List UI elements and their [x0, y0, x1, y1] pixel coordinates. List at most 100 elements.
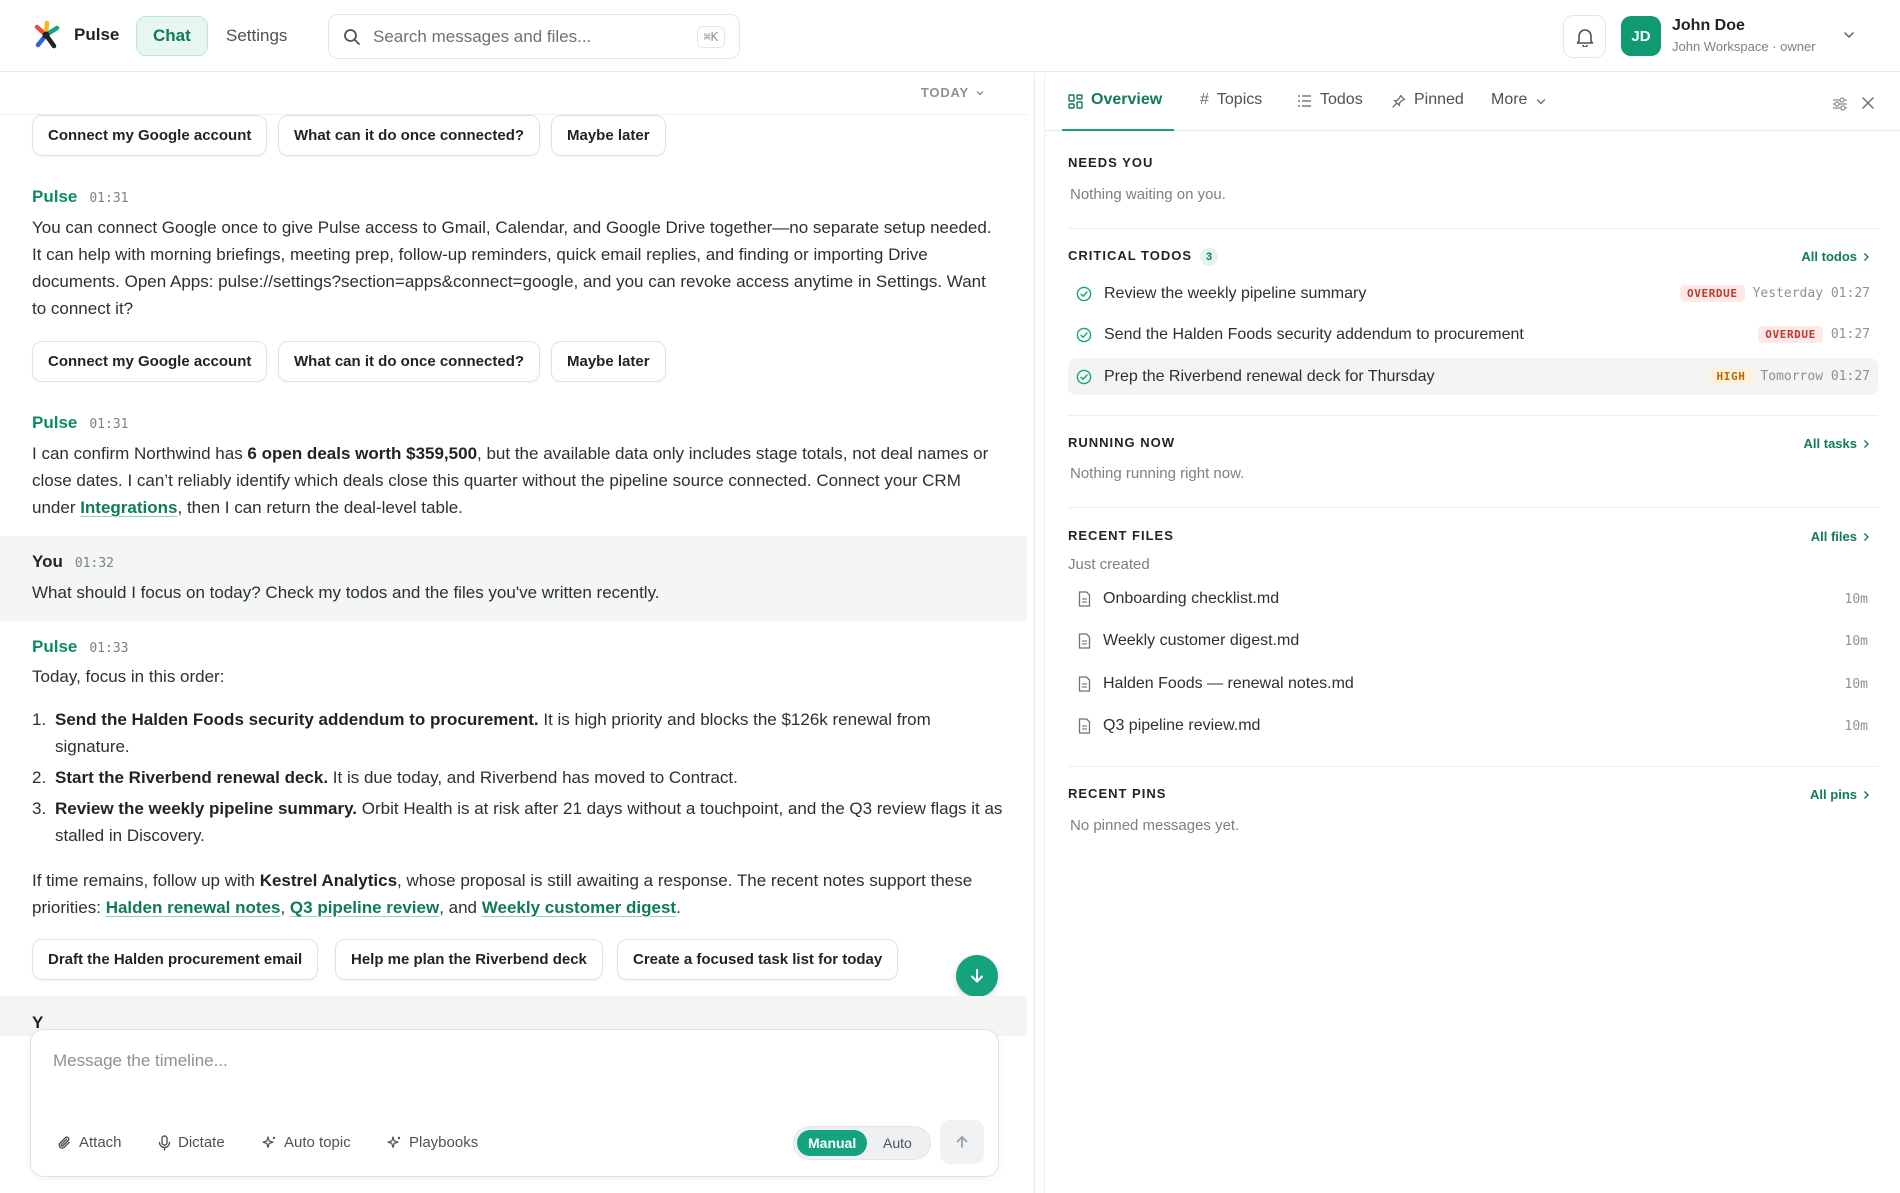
nav-tab-settings[interactable]: Settings — [210, 16, 303, 56]
search-bar[interactable]: Search messages and files... ⌘K — [328, 14, 740, 59]
user-workspace: John Workspace · owner — [1672, 39, 1816, 54]
file-link[interactable]: Halden renewal notes — [106, 898, 281, 917]
message-composer[interactable]: Message the timeline... Attach Dictate A… — [30, 1029, 999, 1177]
notifications-button[interactable] — [1563, 15, 1606, 58]
integrations-link[interactable]: Integrations — [80, 498, 177, 517]
suggestion-chip[interactable]: Maybe later — [551, 341, 666, 382]
bell-icon — [1576, 28, 1593, 47]
message-sender: You — [32, 552, 63, 571]
all-tasks-link[interactable]: All tasks — [1804, 436, 1870, 451]
date-filter[interactable]: TODAY — [921, 85, 985, 100]
todo-count-badge: 3 — [1200, 248, 1219, 266]
message-sender: Pulse — [32, 187, 78, 206]
tab-overview[interactable]: Overview — [1062, 89, 1175, 131]
text-segment: If time remains, follow up with — [32, 871, 260, 890]
sliders-icon[interactable] — [1832, 96, 1848, 112]
attach-label: Attach — [79, 1134, 122, 1151]
message-input[interactable]: Message the timeline... — [53, 1051, 228, 1071]
message-intro: Today, focus in this order: — [32, 667, 225, 686]
bold-text: Kestrel Analytics — [259, 871, 398, 890]
suggestion-chip[interactable]: Maybe later — [551, 115, 666, 156]
suggestion-chip[interactable]: Create a focused task list for today — [617, 939, 899, 980]
recent-files-subtitle: Just created — [1068, 556, 1150, 573]
todo-due: 01:27 — [1830, 327, 1870, 342]
check-circle-icon[interactable] — [1076, 327, 1092, 343]
file-item[interactable]: Q3 pipeline review.md 10m — [1068, 709, 1878, 743]
file-age: 10m — [1844, 676, 1868, 692]
chevron-down-icon[interactable] — [1842, 28, 1856, 42]
brand-name: Pulse — [74, 25, 120, 44]
date-label: TODAY — [920, 85, 969, 100]
file-item[interactable]: Halden Foods — renewal notes.md 10m — [1068, 667, 1878, 701]
attach-button[interactable]: Attach — [57, 1134, 122, 1151]
auto-topic-button[interactable]: Auto topic — [262, 1134, 351, 1151]
todo-due: Tomorrow 01:27 — [1760, 369, 1870, 384]
send-button[interactable] — [940, 1120, 984, 1164]
mode-toggle[interactable]: Manual Auto — [793, 1126, 931, 1160]
section-divider — [1068, 507, 1878, 508]
close-icon[interactable] — [1861, 96, 1875, 110]
all-todos-link[interactable]: All todos — [1801, 249, 1870, 264]
file-link[interactable]: Weekly customer digest — [482, 898, 676, 917]
search-shortcut-badge: ⌘K — [696, 25, 725, 48]
arrow-down-icon — [971, 969, 983, 983]
sparkles-icon — [387, 1136, 401, 1148]
check-circle-icon[interactable] — [1076, 369, 1092, 385]
status-badge: HIGH — [1709, 368, 1753, 385]
message-header: Pulse 01:31 — [32, 413, 129, 433]
suggestion-chip[interactable]: Connect my Google account — [32, 341, 268, 382]
message-header: You 01:32 — [32, 552, 114, 572]
mode-manual[interactable]: Manual — [797, 1130, 868, 1156]
section-divider — [1068, 228, 1878, 229]
date-divider: TODAY — [0, 73, 1027, 115]
avatar[interactable]: JD — [1621, 16, 1661, 56]
scroll-to-bottom-button[interactable] — [956, 955, 998, 997]
list-text: Review the weekly pipeline summary. Orbi… — [55, 795, 1010, 849]
todo-item[interactable]: Send the Halden Foods security addendum … — [1068, 316, 1878, 353]
chevron-right-icon — [1864, 439, 1869, 448]
chevron-down-icon — [976, 90, 984, 95]
mode-auto[interactable]: Auto — [872, 1130, 923, 1156]
todo-item[interactable]: Review the weekly pipeline summary OVERD… — [1068, 275, 1878, 312]
message-time: 01:33 — [89, 641, 129, 656]
nav-tab-chat[interactable]: Chat — [136, 16, 208, 56]
file-link[interactable]: Q3 pipeline review — [290, 898, 439, 917]
suggestion-chip[interactable]: What can it do once connected? — [278, 115, 541, 156]
link-label: All pins — [1810, 787, 1857, 802]
user-name[interactable]: John Doe — [1672, 17, 1745, 35]
chat-timeline[interactable]: TODAY Connect my Google account What can… — [0, 73, 1027, 1193]
dictate-button[interactable]: Dictate — [158, 1134, 225, 1151]
file-name: Q3 pipeline review.md — [1103, 717, 1261, 734]
file-item[interactable]: Weekly customer digest.md 10m — [1068, 624, 1878, 658]
file-name: Weekly customer digest.md — [1103, 632, 1300, 649]
dictate-label: Dictate — [178, 1134, 225, 1151]
suggestion-chip[interactable]: What can it do once connected? — [278, 341, 541, 382]
panel-divider[interactable] — [1034, 73, 1035, 1193]
list-item: 3. Review the weekly pipeline summary. Or… — [32, 795, 1010, 849]
todo-title: Send the Halden Foods security addendum … — [1104, 325, 1524, 343]
playbooks-button[interactable]: Playbooks — [387, 1134, 478, 1151]
brand[interactable]: Pulse — [30, 19, 119, 51]
all-pins-link[interactable]: All pins — [1810, 787, 1870, 802]
message-body: You can connect Google once to give Puls… — [32, 218, 992, 318]
tab-label: Overview — [1091, 91, 1163, 108]
list-item: 2. Start the Riverbend renewal deck. It i… — [32, 764, 1010, 791]
bold-text: 6 open deals worth $359,500 — [247, 444, 478, 463]
all-files-link[interactable]: All files — [1811, 529, 1870, 544]
tab-topics[interactable]: # Topics — [1200, 89, 1262, 131]
recent-pins-empty: No pinned messages yet. — [1070, 817, 1240, 834]
file-item[interactable]: Onboarding checklist.md 10m — [1068, 582, 1878, 616]
check-circle-icon[interactable] — [1076, 286, 1092, 302]
message-body: What should I focus on today? Check my t… — [32, 583, 660, 602]
tab-more[interactable]: More — [1491, 89, 1547, 131]
suggestion-chip[interactable]: Draft the Halden procurement email — [32, 939, 319, 980]
pulse-logo-icon — [34, 20, 60, 49]
arrow-up-icon — [956, 1136, 968, 1148]
message-header: Pulse 01:33 — [32, 637, 129, 657]
todo-item[interactable]: Prep the Riverbend renewal deck for Thur… — [1068, 358, 1878, 395]
tab-todos[interactable]: Todos — [1297, 89, 1363, 131]
tab-pinned[interactable]: Pinned — [1392, 89, 1464, 131]
suggestion-chip[interactable]: Help me plan the Riverbend deck — [335, 939, 603, 980]
suggestion-chip[interactable]: Connect my Google account — [32, 115, 268, 156]
file-icon — [1078, 676, 1091, 692]
